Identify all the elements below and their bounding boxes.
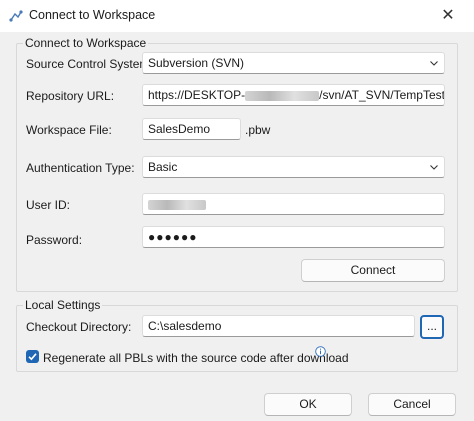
info-icon[interactable] [315, 346, 326, 357]
connect-button[interactable]: Connect [301, 259, 445, 282]
chevron-down-icon [430, 61, 438, 66]
workspace-file-input[interactable]: SalesDemo [142, 118, 241, 140]
close-icon[interactable]: ✕ [437, 5, 459, 27]
source-control-select[interactable]: Subversion (SVN) [142, 52, 445, 74]
workspace-group-legend: Connect to Workspace [23, 36, 149, 50]
repo-url-label: Repository URL: [26, 89, 115, 103]
password-input[interactable]: ●●●●●● [142, 226, 445, 248]
workspace-file-label: Workspace File: [26, 123, 112, 137]
checkout-dir-input[interactable]: C:\salesdemo [142, 315, 415, 337]
regenerate-checkbox[interactable] [26, 350, 39, 363]
ok-button[interactable]: OK [264, 393, 352, 416]
checkmark-icon [28, 353, 37, 361]
local-settings-legend: Local Settings [23, 298, 103, 312]
workspace-file-extension: .pbw [245, 123, 271, 137]
regenerate-label: Regenerate all PBLs with the source code… [43, 351, 349, 365]
window-title: Connect to Workspace [29, 8, 156, 22]
user-id-input[interactable] [142, 193, 445, 215]
checkout-dir-label: Checkout Directory: [26, 320, 132, 334]
password-label: Password: [26, 233, 83, 247]
user-id-label: User ID: [26, 198, 71, 212]
chevron-down-icon [430, 165, 438, 170]
source-control-value: Subversion (SVN) [148, 56, 245, 70]
repo-url-suffix: /svn/AT_SVN/TempTest/Sale [319, 88, 445, 102]
dialog-body: Connect to Workspace Source Control Syst… [0, 32, 474, 421]
auth-type-select[interactable]: Basic [142, 156, 445, 178]
auth-type-value: Basic [148, 160, 178, 174]
browse-button[interactable]: ... [420, 315, 444, 339]
source-control-label: Source Control System: [26, 57, 153, 71]
repo-url-input[interactable]: https://DESKTOP- /svn/AT_SVN/TempTest/Sal… [142, 84, 445, 106]
redacted-hostname [245, 90, 320, 101]
redacted-user-id [148, 199, 206, 210]
repo-url-prefix: https://DESKTOP- [148, 88, 246, 102]
title-bar: Connect to Workspace ✕ [0, 0, 474, 32]
workspace-connect-icon [9, 10, 23, 22]
cancel-button[interactable]: Cancel [368, 393, 456, 416]
auth-type-label: Authentication Type: [26, 161, 135, 175]
